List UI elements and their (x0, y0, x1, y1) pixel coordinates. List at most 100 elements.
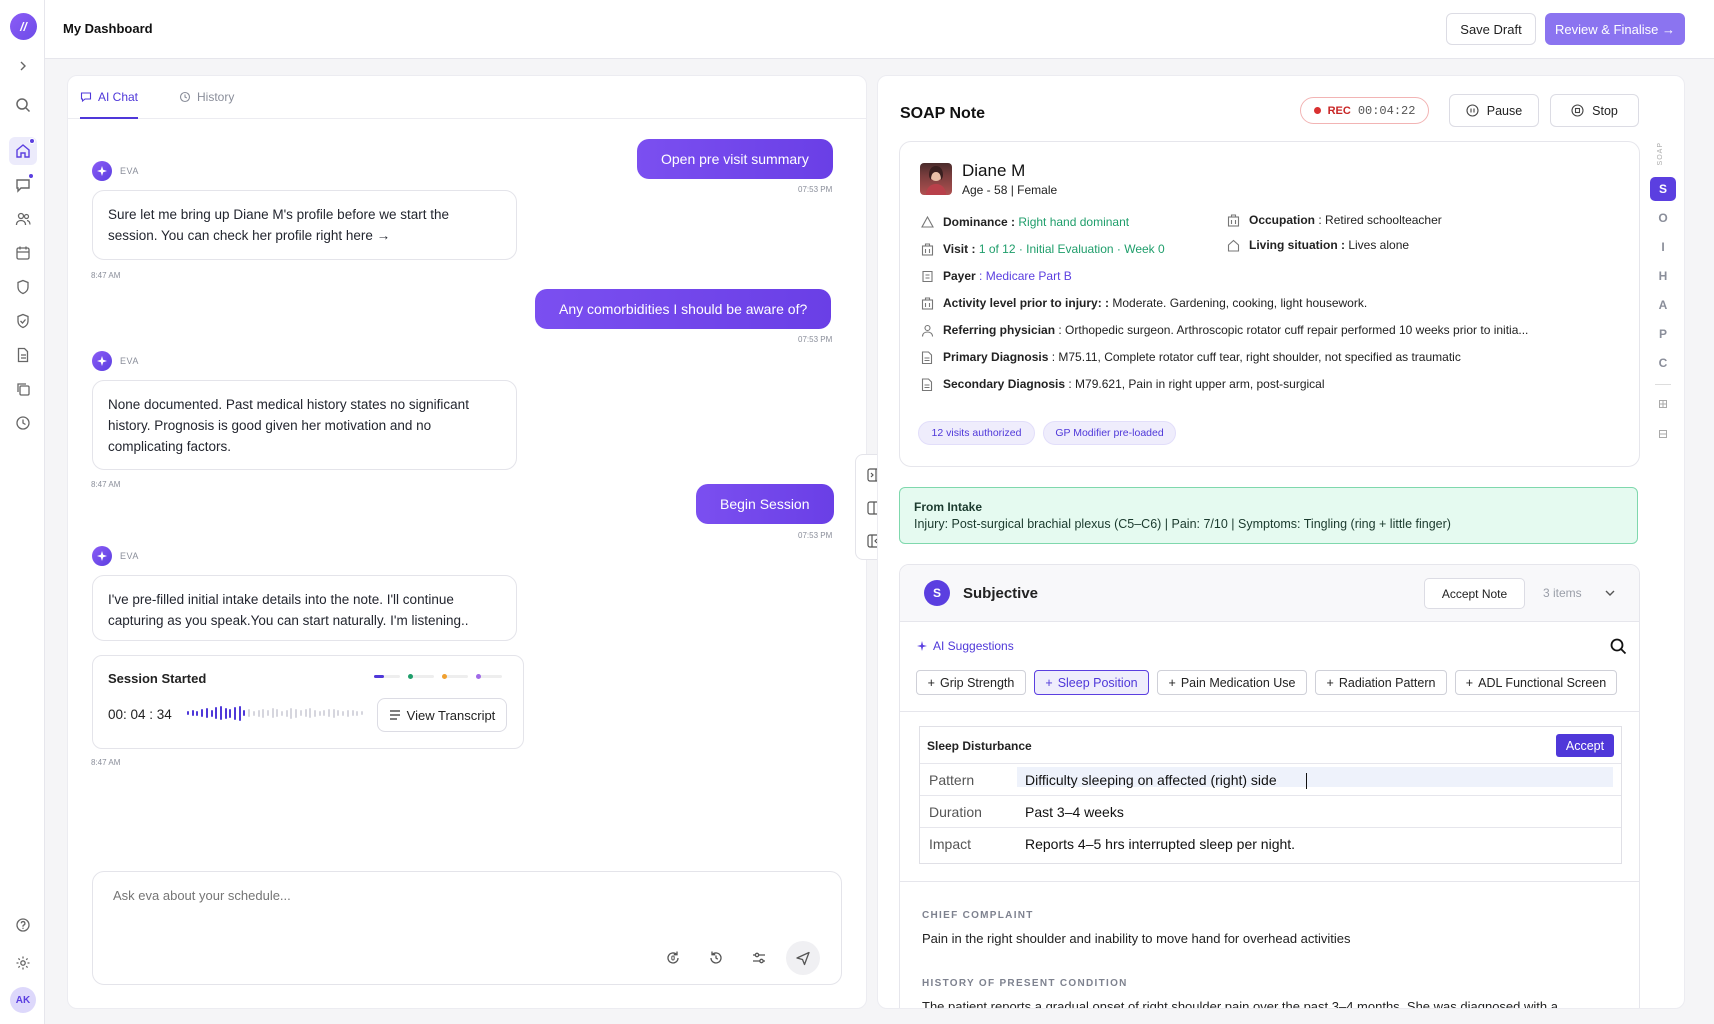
suggestion-chip[interactable]: + Grip Strength (916, 670, 1026, 695)
chat-input[interactable] (113, 888, 713, 903)
user-message: Open pre visit summary (637, 139, 833, 179)
waveform-bar (205, 708, 208, 718)
waveform-bar (196, 710, 199, 716)
list-icon[interactable] (1659, 430, 1667, 438)
referring-label: Referring physician (943, 323, 1056, 337)
waveform-bar (360, 711, 363, 715)
help-icon[interactable] (12, 914, 34, 936)
referring-row: Referring physician : Orthopedic surgeon… (920, 323, 1528, 337)
accept-note-button[interactable]: Accept Note (1424, 578, 1525, 609)
review-finalise-button[interactable]: Review & Finalise → (1545, 13, 1685, 45)
assistant-header: EVA (92, 351, 139, 371)
secondary-diagnosis-row: Secondary Diagnosis : M79.621, Pain in r… (920, 377, 1325, 391)
session-timer: 00: 04 : 34 (108, 707, 172, 722)
nav-c[interactable]: C (1650, 351, 1676, 375)
rec-time: 00:04:22 (1357, 103, 1416, 118)
soap-section-nav: SOAP S O I H A P C (1650, 138, 1676, 448)
document-icon[interactable] (12, 344, 34, 366)
shield-check-icon[interactable] (12, 310, 34, 332)
suggestion-chip[interactable]: + Sleep Position (1034, 670, 1149, 695)
detail-row: Duration Past 3–4 weeks (920, 796, 1621, 828)
chat-panel: AI Chat History Open pre visit summary 0… (67, 75, 867, 1009)
pause-label: Pause (1486, 103, 1523, 118)
user-avatar[interactable]: AK (10, 987, 36, 1013)
stop-icon (1571, 104, 1584, 117)
copy-icon[interactable] (12, 378, 34, 400)
search-icon[interactable] (1610, 638, 1627, 655)
rec-label: REC (1327, 104, 1351, 117)
intake-text: Injury: Post-surgical brachial plexus (C… (914, 517, 1451, 531)
assistant-message: Sure let me bring up Diane M's profile b… (92, 190, 517, 260)
nav-p[interactable]: P (1650, 322, 1676, 346)
shield-icon[interactable] (12, 276, 34, 298)
stop-button[interactable]: Stop (1550, 94, 1639, 127)
occupation-value: : Retired schoolteacher (1318, 213, 1442, 227)
building-icon (920, 242, 934, 256)
message-time: 07:53 PM (798, 185, 833, 194)
nav-o[interactable]: O (1650, 206, 1676, 230)
chat-tabs: AI Chat History (68, 76, 866, 119)
hpc-label: HISTORY OF PRESENT CONDITION (922, 978, 1128, 989)
waveform-bar (351, 710, 354, 716)
detail-value[interactable]: Reports 4–5 hrs interrupted sleep per ni… (1025, 836, 1295, 852)
ai-suggestions-label: AI Suggestions (933, 639, 1014, 653)
waveform-bar (238, 705, 241, 721)
settings-icon[interactable] (12, 952, 34, 974)
waveform-bar (328, 709, 330, 717)
sliders-icon[interactable] (743, 942, 775, 974)
briefcase-icon (1226, 213, 1240, 227)
session-progress (374, 674, 502, 679)
waveform-bar (252, 710, 255, 716)
accept-button[interactable]: Accept (1556, 734, 1614, 757)
chat-composer (92, 871, 842, 985)
page-title: My Dashboard (63, 21, 153, 36)
grid-icon[interactable] (1659, 400, 1667, 408)
suggestion-chip[interactable]: + Radiation Pattern (1315, 670, 1447, 695)
message-time: 07:53 PM (798, 531, 833, 540)
primary-value: : M75.11, Complete rotator cuff tear, ri… (1051, 350, 1461, 364)
suggestion-detail: Sleep Disturbance Accept Pattern Difficu… (919, 726, 1622, 864)
nav-h[interactable]: H (1650, 264, 1676, 288)
clock-icon[interactable] (12, 412, 34, 434)
chevron-down-icon[interactable] (1604, 587, 1616, 599)
hpc-text[interactable]: The patient reports a gradual onset of r… (922, 999, 1558, 1008)
receipt-icon (920, 269, 934, 283)
detail-value[interactable]: Difficulty sleeping on affected (right) … (1025, 772, 1277, 788)
waveform-bar (290, 707, 293, 719)
detail-key: Pattern (929, 772, 975, 788)
chevron-right-icon[interactable] (12, 55, 34, 77)
send-icon[interactable] (786, 941, 820, 975)
tab-history[interactable]: History (179, 90, 234, 104)
view-transcript-button[interactable]: View Transcript (377, 698, 507, 732)
dominance-row: Dominance : Right hand dominant (920, 215, 1129, 229)
users-icon[interactable] (12, 208, 34, 230)
soap-nav-label: SOAP (1657, 142, 1664, 166)
mic-refresh-icon[interactable] (657, 942, 689, 974)
detail-value[interactable]: Past 3–4 weeks (1025, 804, 1124, 820)
waveform-bar (191, 710, 194, 716)
patient-name: Diane M (962, 161, 1026, 180)
app-logo[interactable]: // (10, 13, 37, 40)
chief-complaint-text[interactable]: Pain in the right shoulder and inability… (922, 931, 1351, 946)
search-icon[interactable] (12, 94, 34, 116)
waveform-bar (295, 708, 298, 718)
detail-key: Impact (929, 836, 972, 852)
nav-s[interactable]: S (1650, 177, 1676, 201)
assistant-name: EVA (120, 166, 139, 176)
secondary-label: Secondary Diagnosis (943, 377, 1066, 391)
notification-dot (29, 138, 35, 144)
suggestion-chip[interactable]: + Pain Medication Use (1157, 670, 1307, 695)
recording-indicator: REC 00:04:22 (1300, 97, 1429, 124)
nav-i[interactable]: I (1650, 235, 1676, 259)
detail-row: Pattern Difficulty sleeping on affected … (920, 764, 1621, 796)
pause-button[interactable]: Pause (1449, 94, 1539, 127)
nav-a[interactable]: A (1650, 293, 1676, 317)
calendar-icon[interactable] (12, 242, 34, 264)
document-icon (920, 350, 934, 364)
suggestion-chip[interactable]: + ADL Functional Screen (1455, 670, 1617, 695)
waveform-bar (285, 709, 288, 717)
save-draft-button[interactable]: Save Draft (1446, 13, 1536, 45)
tab-ai-chat[interactable]: AI Chat (80, 90, 139, 119)
history-icon[interactable] (700, 942, 732, 974)
chat-icon (80, 91, 92, 103)
